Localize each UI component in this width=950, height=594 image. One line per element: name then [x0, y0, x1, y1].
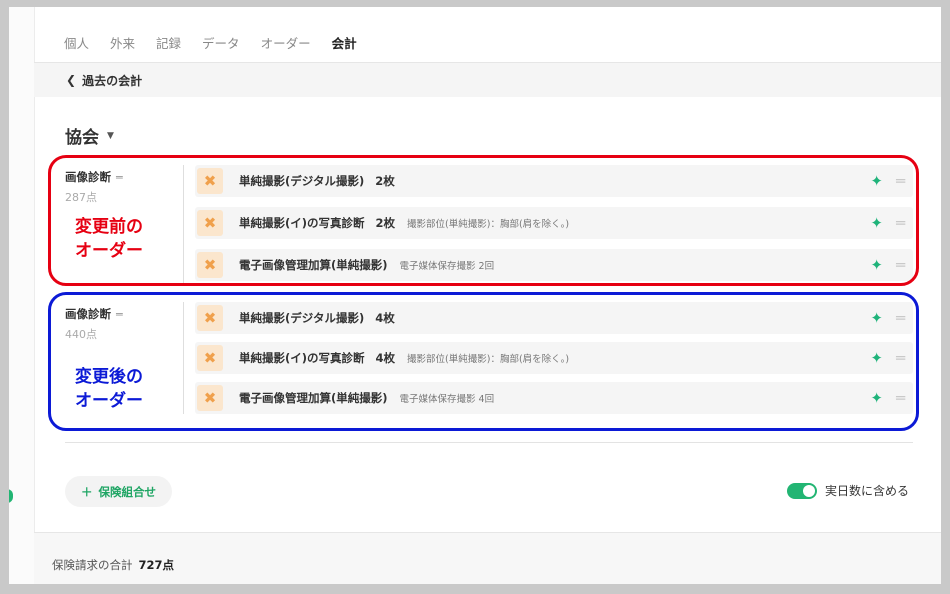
item-name: 単純撮影(イ)の写真診断 [239, 216, 365, 230]
drag-handle-icon[interactable]: ═ [896, 172, 905, 190]
item-qty: 2枚 [375, 216, 396, 230]
include-actual-days-toggle[interactable] [786, 482, 817, 499]
caret-down-icon: ▼ [107, 130, 114, 141]
ai-sparkle-icon[interactable]: ✦ [870, 256, 883, 274]
tab-order[interactable]: オーダー [261, 33, 311, 63]
order-group-before: 画像診断 ═ 287点 ✖ 単純撮影(デジタル撮影) 2枚 ✦ ═ ✖ 単純撮影… [65, 165, 913, 285]
insurer-label: 協会 [65, 128, 99, 148]
group-points: 440点 [65, 328, 97, 341]
order-item[interactable]: ✖ 単純撮影(デジタル撮影) 2枚 ✦ ═ [195, 165, 913, 197]
group-points: 287点 [65, 191, 97, 204]
insurer-dropdown[interactable]: 協会 ▼ [65, 123, 114, 148]
annotation-line: 変更前の [75, 217, 143, 237]
equals-icon: ═ [116, 307, 123, 321]
back-link-label: 過去の会計 [82, 73, 143, 88]
equals-icon: ═ [116, 170, 123, 184]
bone-xray-icon: ✖ [197, 345, 223, 371]
drag-handle-icon[interactable]: ═ [896, 256, 905, 274]
main-panel: 個人 外来 記録 データ オーダー 会計 ❮ 過去の会計 協会 ▼ 画像診断 ═… [9, 7, 941, 584]
section-divider [65, 442, 913, 443]
group-label: 画像診断 ═ [65, 169, 123, 185]
item-name: 単純撮影(デジタル撮影) [239, 311, 365, 325]
item-detail: 撮影部位(単純撮影)：胸部(肩を除く。) [407, 219, 570, 230]
item-name: 電子画像管理加算(単純撮影) [239, 391, 388, 405]
add-insurance-combination-button[interactable]: ＋ 保険組合せ [65, 476, 172, 507]
item-qty: 2枚 [375, 174, 395, 188]
footer-total-label: 保険請求の合計 [52, 558, 133, 572]
drag-handle-icon[interactable]: ═ [896, 214, 905, 232]
tab-outpatient[interactable]: 外来 [110, 33, 135, 63]
item-name: 単純撮影(イ)の写真診断 [239, 351, 365, 365]
plus-icon: ＋ [81, 484, 93, 499]
item-detail: 撮影部位(単純撮影)：胸部(肩を除く。) [407, 354, 570, 365]
order-item[interactable]: ✖ 単純撮影(イ)の写真診断 2枚 撮影部位(単純撮影)：胸部(肩を除く。) ✦… [195, 207, 913, 239]
bone-xray-icon: ✖ [197, 252, 223, 278]
tab-data[interactable]: データ [202, 33, 240, 63]
item-name: 単純撮影(デジタル撮影) [239, 174, 365, 188]
footer: 保険請求の合計 727点 [34, 532, 941, 584]
group-divider [183, 302, 184, 414]
annotation-after: 変更後の オーダー [75, 365, 143, 413]
order-item[interactable]: ✖ 単純撮影(デジタル撮影) 4枚 ✦ ═ [195, 302, 913, 334]
ai-sparkle-icon[interactable]: ✦ [870, 389, 883, 407]
item-name: 電子画像管理加算(単純撮影) [239, 258, 388, 272]
footer-total: 保険請求の合計 727点 [52, 557, 174, 573]
annotation-before: 変更前の オーダー [75, 215, 143, 263]
bone-xray-icon: ✖ [197, 385, 223, 411]
group-label-text: 画像診断 [65, 170, 111, 184]
tab-personal[interactable]: 個人 [64, 33, 89, 63]
annotation-line: 変更後の [75, 367, 143, 387]
drag-handle-icon[interactable]: ═ [896, 349, 905, 367]
bone-xray-icon: ✖ [197, 168, 223, 194]
tab-bar: 個人 外来 記録 データ オーダー 会計 [64, 33, 378, 65]
annotation-line: オーダー [75, 241, 143, 261]
order-item[interactable]: ✖ 単純撮影(イ)の写真診断 4枚 撮影部位(単純撮影)：胸部(肩を除く。) ✦… [195, 342, 913, 374]
item-qty: 4枚 [375, 351, 396, 365]
order-item[interactable]: ✖ 電子画像管理加算(単純撮影) 電子媒体保存撮影 4回 ✦ ═ [195, 382, 913, 414]
tab-records[interactable]: 記録 [156, 33, 181, 63]
item-detail: 電子媒体保存撮影 4回 [399, 394, 495, 405]
ai-sparkle-icon[interactable]: ✦ [870, 214, 883, 232]
order-group-after: 画像診断 ═ 440点 ✖ 単純撮影(デジタル撮影) 4枚 ✦ ═ ✖ 単純撮影… [65, 302, 913, 422]
include-actual-days: 実日数に含める [786, 482, 909, 499]
bone-xray-icon: ✖ [197, 305, 223, 331]
drag-handle-icon[interactable]: ═ [896, 309, 905, 327]
ai-sparkle-icon[interactable]: ✦ [870, 172, 883, 190]
chevron-left-icon: ❮ [66, 73, 77, 87]
order-item[interactable]: ✖ 電子画像管理加算(単純撮影) 電子媒体保存撮影 2回 ✦ ═ [195, 249, 913, 281]
group-label-text: 画像診断 [65, 307, 111, 321]
bone-xray-icon: ✖ [197, 210, 223, 236]
ai-sparkle-icon[interactable]: ✦ [870, 309, 883, 327]
ai-sparkle-icon[interactable]: ✦ [870, 349, 883, 367]
add-button-label: 保険組合せ [98, 484, 157, 499]
item-qty: 4枚 [375, 311, 395, 325]
item-detail: 電子媒体保存撮影 2回 [399, 261, 495, 272]
tab-billing[interactable]: 会計 [328, 33, 360, 65]
footer-total-value: 727点 [138, 558, 175, 572]
back-link[interactable]: ❮ 過去の会計 [34, 62, 941, 97]
group-label: 画像診断 ═ [65, 306, 123, 322]
toggle-label: 実日数に含める [824, 484, 909, 498]
toggle-knob [802, 484, 815, 497]
annotation-line: オーダー [75, 391, 143, 411]
group-divider [183, 165, 184, 283]
drag-handle-icon[interactable]: ═ [896, 389, 905, 407]
